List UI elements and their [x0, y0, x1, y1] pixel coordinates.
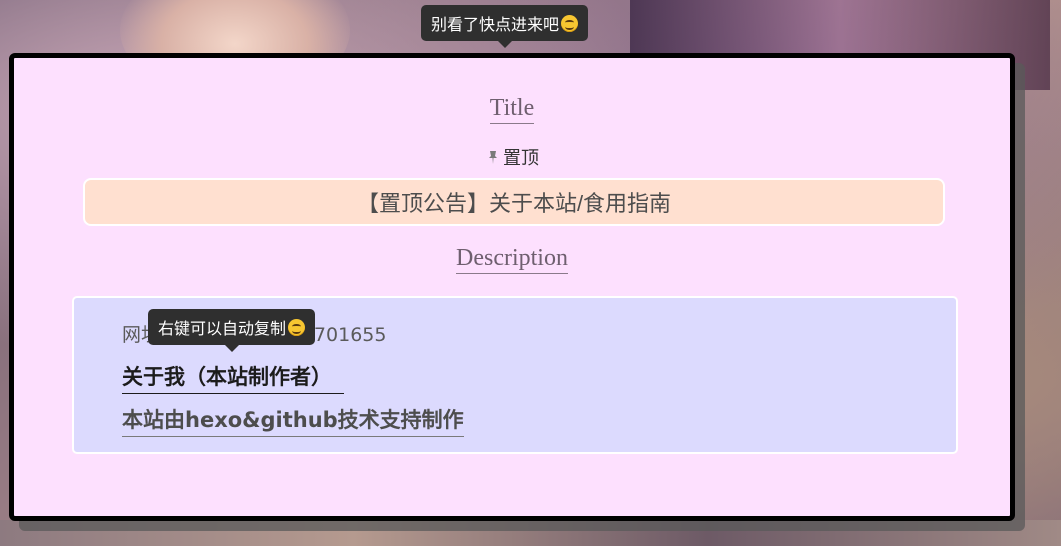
about-me-link[interactable]: 关于我（本站制作者）	[122, 361, 344, 394]
copy-hint-tooltip: 右键可以自动复制	[148, 309, 316, 352]
smiling-face-icon	[561, 14, 579, 32]
pinned-notice-text: 【置顶公告】关于本站/食用指南	[356, 191, 672, 216]
powered-by-link[interactable]: 本站由hexo&github技术支持制作	[122, 404, 464, 437]
pinned-label: 置顶	[503, 148, 539, 168]
pinned-label-row: 置顶	[14, 144, 1010, 170]
welcome-tooltip: 别看了快点进来吧	[421, 5, 589, 48]
welcome-tooltip-text: 别看了快点进来吧	[431, 17, 560, 34]
background-art-bottom	[0, 520, 1061, 546]
pin-icon	[489, 151, 497, 164]
title-heading: Title	[14, 95, 1010, 124]
description-heading: Description	[14, 245, 1010, 274]
copy-hint-text: 右键可以自动复制	[158, 321, 287, 338]
pinned-notice-link[interactable]: 【置顶公告】关于本站/食用指南	[83, 178, 945, 226]
smiling-face-icon	[288, 318, 306, 336]
info-modal: Title 置顶 【置顶公告】关于本站/食用指南 Description 网址：…	[9, 53, 1015, 521]
